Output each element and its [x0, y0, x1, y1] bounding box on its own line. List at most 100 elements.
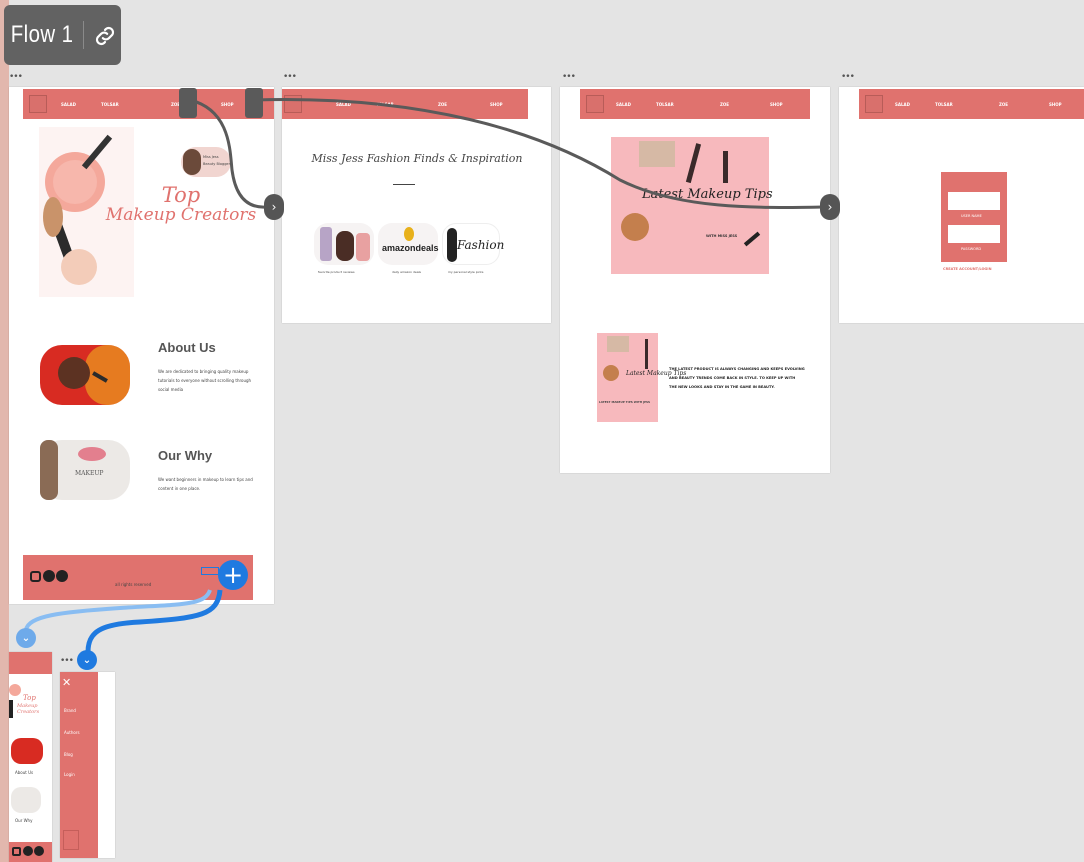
- fashion-figure: [447, 228, 457, 262]
- tips-hero-sub: WITH MISS JESS: [706, 234, 738, 238]
- mobile-footer: [9, 842, 52, 862]
- nav-item[interactable]: ZOE: [720, 102, 729, 107]
- flow-badge[interactable]: Flow 1: [4, 5, 121, 65]
- logo-icon: [586, 95, 604, 113]
- username-label: USER NAME: [961, 214, 982, 218]
- artboard-mobile[interactable]: Top Makeup Creators About Us Our Why: [9, 652, 52, 862]
- chevron-right-icon[interactable]: ›: [264, 194, 284, 220]
- facebook-icon[interactable]: [23, 846, 33, 856]
- nav-item[interactable]: SALAD: [336, 102, 351, 107]
- canvas-left-edge: [0, 0, 9, 862]
- menu-bottom-box: [63, 830, 79, 850]
- nav-item[interactable]: SALAD: [616, 102, 631, 107]
- artboard-menu-icon[interactable]: •••: [562, 72, 576, 82]
- login-form: USER NAME PASSWORD: [941, 172, 1007, 262]
- nav-item[interactable]: TOLSAR: [101, 102, 119, 107]
- hero-heading-line2: Makeup Creators: [105, 205, 257, 225]
- artboard-menu-icon[interactable]: •••: [841, 72, 855, 82]
- tiktok-icon[interactable]: [34, 846, 44, 856]
- tips-navbar: SALAD TOLSAR ZOE SHOP: [580, 89, 810, 119]
- artboard-tips[interactable]: SALAD TOLSAR ZOE SHOP Latest Makeup Tips…: [560, 87, 830, 473]
- tips-thumb-image: [597, 333, 658, 422]
- username-field[interactable]: [948, 192, 1000, 210]
- tips-hero-image: [611, 137, 769, 274]
- menu-item[interactable]: Brand: [64, 708, 76, 713]
- connector-handle[interactable]: [245, 88, 263, 118]
- connector-handle[interactable]: [179, 88, 197, 118]
- creator-badge[interactable]: Miss Jess Beauty Blogger: [181, 147, 231, 177]
- chevron-right-icon[interactable]: ›: [820, 194, 840, 220]
- nav-item[interactable]: SHOP: [770, 102, 783, 107]
- tips-body-line: THE LATEST PRODUCT IS ALWAYS CHANGING AN…: [669, 367, 805, 371]
- flow-label: Flow 1: [10, 21, 74, 48]
- instagram-icon[interactable]: [30, 571, 41, 582]
- artboard-menu-icon[interactable]: •••: [283, 72, 297, 82]
- password-field[interactable]: [948, 225, 1000, 243]
- artboard-menu-icon[interactable]: •••: [60, 656, 74, 666]
- mobile-about: About Us: [15, 770, 34, 775]
- mobile-heading-line1: Top: [23, 694, 36, 702]
- nav-item[interactable]: TOLSAR: [935, 102, 953, 107]
- create-account-link[interactable]: CREATE ACCOUNT/LOGIN: [943, 267, 992, 271]
- mobile-about-image: [11, 738, 43, 764]
- nav-item[interactable]: SALAD: [61, 102, 76, 107]
- logo-icon: [284, 95, 302, 113]
- artboard-inspiration[interactable]: SALAD TOLSAR ZOE SHOP Miss Jess Fashion …: [282, 87, 551, 323]
- footer-hotspot[interactable]: [201, 567, 219, 575]
- artboard-login[interactable]: SALAD TOLSAR ZOE SHOP USER NAME PASSWORD…: [839, 87, 1084, 323]
- makeup-text: MAKEUP: [75, 470, 104, 477]
- amazon-label: amazondeals: [382, 243, 439, 253]
- avatar: [183, 149, 201, 175]
- nav-item[interactable]: ZOE: [438, 102, 447, 107]
- nav-item[interactable]: SALAD: [895, 102, 910, 107]
- inspiration-card[interactable]: amazondeals: [378, 223, 439, 265]
- tiktok-icon[interactable]: [56, 570, 68, 582]
- nav-item[interactable]: TOLSAR: [376, 102, 394, 107]
- tips-body-line: THE NEW LOOKS AND STAY IN THE GAME IN BE…: [669, 385, 775, 389]
- nav-item[interactable]: ZOE: [999, 102, 1008, 107]
- nav-item[interactable]: SHOP: [490, 102, 503, 107]
- nav-item[interactable]: SHOP: [1049, 102, 1062, 107]
- title-underline: [393, 184, 415, 185]
- card-caption: favorite product reviews: [318, 270, 355, 274]
- password-label: PASSWORD: [961, 247, 982, 251]
- logo-icon: [29, 95, 47, 113]
- link-icon[interactable]: [92, 23, 118, 49]
- facebook-icon[interactable]: [43, 570, 55, 582]
- card-caption: my personal style picks: [448, 270, 484, 274]
- why-text: We want beginners in makeup to learn tip…: [158, 477, 253, 491]
- home-navbar: SALAD TOLSAR ZOE SHOP: [23, 89, 274, 119]
- hero-heading-line1: Top: [161, 183, 201, 207]
- about-text: We are dedicated to bringing quality mak…: [158, 369, 252, 392]
- artboard-menu-overlay[interactable]: ✕ Brand Authors Blog Login: [60, 672, 115, 858]
- login-navbar: SALAD TOLSAR ZOE SHOP: [859, 89, 1084, 119]
- menu-item[interactable]: Authors: [64, 730, 80, 735]
- tips-body: THE LATEST PRODUCT IS ALWAYS CHANGING AN…: [669, 365, 805, 392]
- about-title: About Us: [158, 340, 216, 355]
- inspiration-card[interactable]: [314, 223, 374, 265]
- inspiration-card[interactable]: Fashion: [442, 223, 504, 265]
- inspiration-title: Miss Jess Fashion Finds & Inspiration: [311, 152, 523, 165]
- menu-item[interactable]: Blog: [64, 752, 73, 757]
- inspiration-navbar: SALAD TOLSAR ZOE SHOP: [282, 89, 528, 119]
- flow-badge-divider: [83, 21, 84, 49]
- tips-hero-title: Latest Makeup Tips: [642, 187, 773, 202]
- artboard-home[interactable]: SALAD TOLSAR ZOE SHOP Top Makeup Creator…: [9, 87, 274, 604]
- badge-sub: Beauty Blogger: [203, 162, 231, 166]
- chevron-down-icon[interactable]: ⌄: [16, 628, 36, 648]
- nav-item[interactable]: SHOP: [221, 102, 234, 107]
- nav-item[interactable]: TOLSAR: [656, 102, 674, 107]
- chevron-down-icon[interactable]: ⌄: [77, 650, 97, 670]
- artboard-menu-icon[interactable]: •••: [9, 72, 23, 82]
- tips-thumb-caption: LATEST MAKEUP TIPS WITH JESS: [599, 400, 650, 404]
- instagram-icon[interactable]: [12, 847, 21, 856]
- close-icon[interactable]: ✕: [62, 676, 71, 689]
- about-image: [40, 345, 130, 405]
- card-caption: daily amazon deals: [392, 270, 421, 274]
- mobile-navbar: [9, 652, 52, 674]
- logo-icon: [865, 95, 883, 113]
- mobile-heading-line2: Makeup Creators: [17, 703, 40, 715]
- tips-body-line: AND BEAUTY TRENDS COME BACK IN STYLE. TO…: [669, 376, 796, 380]
- add-interaction-button[interactable]: +: [218, 560, 248, 590]
- menu-item[interactable]: Login: [64, 772, 75, 777]
